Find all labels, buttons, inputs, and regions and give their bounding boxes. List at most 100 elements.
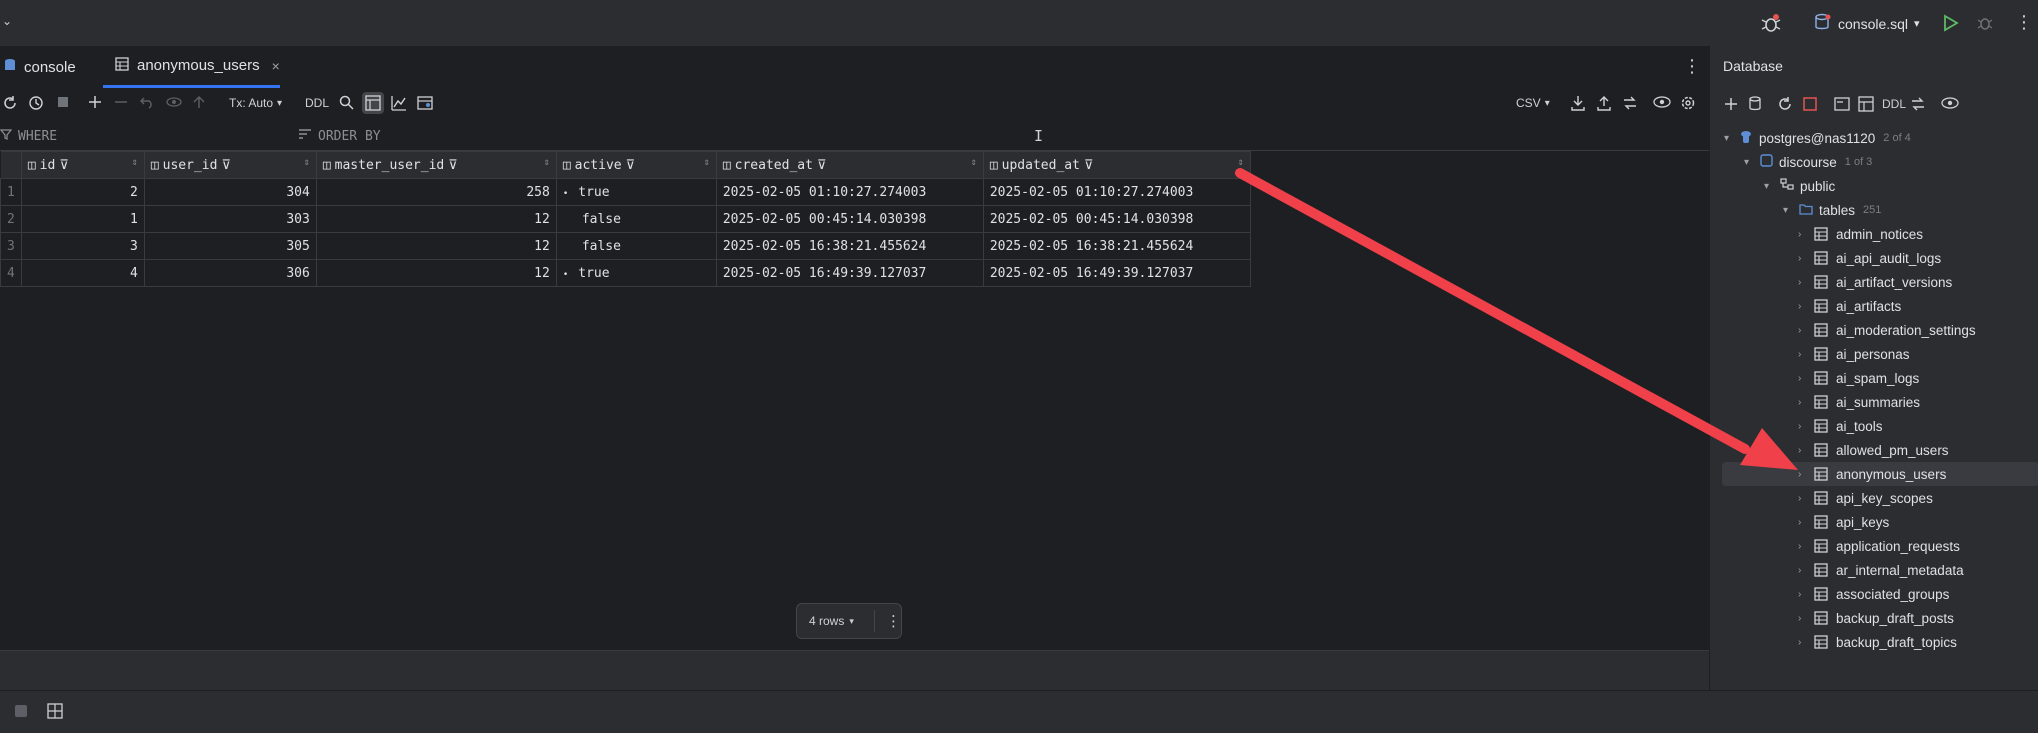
stop-icon[interactable] xyxy=(14,704,28,723)
row-count-selector[interactable]: 4 rows ▾ xyxy=(797,614,874,628)
record-view-icon[interactable] xyxy=(417,95,433,111)
view-icon[interactable] xyxy=(1941,96,1959,115)
chevron-right-icon[interactable]: › xyxy=(1798,469,1814,480)
cell-master-user-id[interactable]: 12 xyxy=(315,232,557,260)
tree-connection[interactable]: ▾ postgres@nas1120 2 of 4 xyxy=(1724,126,1911,150)
more-vertical-icon[interactable]: ⋮ xyxy=(886,612,901,630)
cell-user-id[interactable]: 306 xyxy=(143,259,317,287)
cell-master-user-id[interactable]: 12 xyxy=(315,259,557,287)
tree-table-item[interactable]: › ar_internal_metadata xyxy=(1798,558,1964,582)
tree-table-item[interactable]: › ai_moderation_settings xyxy=(1798,318,1976,342)
table-view-icon[interactable] xyxy=(362,92,384,114)
tree-table-item[interactable]: › allowed_pm_users xyxy=(1798,438,1949,462)
chevron-down-icon[interactable]: ⌄ xyxy=(2,14,12,28)
chevron-right-icon[interactable]: › xyxy=(1798,565,1814,576)
tree-table-item[interactable]: › ai_tools xyxy=(1798,414,1883,438)
refresh-icon[interactable] xyxy=(2,95,18,111)
bug-icon[interactable] xyxy=(1760,12,1782,39)
cell-active[interactable]: • true xyxy=(555,259,717,287)
filter-icon[interactable]: ⊽ xyxy=(221,158,231,173)
chevron-down-icon[interactable]: ▾ xyxy=(1764,181,1780,192)
filter-icon[interactable]: ⊽ xyxy=(626,158,636,173)
column-header-master-user-id[interactable]: ◫ master_user_id ⊽ ⇕ xyxy=(315,151,557,179)
cell-master-user-id[interactable]: 12 xyxy=(315,205,557,233)
filter-icon[interactable]: ⊽ xyxy=(448,158,458,173)
export-format-selector[interactable]: CSV ▾ xyxy=(1516,96,1550,110)
cell-user-id[interactable]: 304 xyxy=(143,178,317,206)
chevron-right-icon[interactable]: › xyxy=(1798,445,1814,456)
tree-table-item[interactable]: › anonymous_users xyxy=(1722,462,2038,486)
sort-icon[interactable]: ⇕ xyxy=(304,157,310,168)
tree-database[interactable]: ▾ discourse 1 of 3 xyxy=(1744,150,1872,174)
sort-icon[interactable]: ⇕ xyxy=(132,157,138,168)
compare-icon[interactable] xyxy=(1622,95,1638,111)
tree-tables-folder[interactable]: ▾ tables 251 xyxy=(1783,198,1881,222)
cell-user-id[interactable]: 303 xyxy=(143,205,317,233)
sort-icon[interactable]: ⇕ xyxy=(704,157,710,168)
run-icon[interactable] xyxy=(1943,14,1959,37)
sort-icon[interactable]: ⇕ xyxy=(544,157,550,168)
column-header-active[interactable]: ◫ active ⊽ ⇕ xyxy=(555,151,717,179)
cell-updated-at[interactable]: 2025-02-05 16:38:21.455624 xyxy=(982,232,1251,260)
chevron-right-icon[interactable]: › xyxy=(1798,325,1814,336)
filter-icon[interactable]: ⊽ xyxy=(817,158,827,173)
tree-table-item[interactable]: › ai_artifacts xyxy=(1798,294,1901,318)
sort-icon[interactable]: ⇕ xyxy=(1238,157,1244,168)
table-row[interactable]: 1 2 304 258 • true 2025-02-05 01:10:27.27… xyxy=(0,178,1251,206)
cell-id[interactable]: 2 xyxy=(20,178,145,206)
tree-table-item[interactable]: › admin_notices xyxy=(1798,222,1923,246)
chevron-right-icon[interactable]: › xyxy=(1798,613,1814,624)
view-icon[interactable] xyxy=(1653,95,1671,109)
ddl-button[interactable]: DDL xyxy=(1882,97,1906,111)
cell-id[interactable]: 3 xyxy=(20,232,145,260)
chevron-down-icon[interactable]: ▾ xyxy=(1724,133,1740,144)
order-by-filter[interactable]: ORDER BY xyxy=(298,128,381,144)
cell-created-at[interactable]: 2025-02-05 01:10:27.274003 xyxy=(715,178,984,206)
tree-table-item[interactable]: › backup_draft_topics xyxy=(1798,630,1957,654)
filter-icon[interactable]: ⊽ xyxy=(59,158,69,173)
stop-icon[interactable] xyxy=(56,95,70,109)
tree-table-item[interactable]: › api_key_scopes xyxy=(1798,486,1933,510)
tree-table-item[interactable]: › ai_artifact_versions xyxy=(1798,270,1952,294)
chevron-right-icon[interactable]: › xyxy=(1798,421,1814,432)
column-header-created-at[interactable]: ◫ created_at ⊽ ⇕ xyxy=(715,151,984,179)
chevron-down-icon[interactable]: ▾ xyxy=(1744,157,1760,168)
tree-schema[interactable]: ▾ public xyxy=(1764,174,1835,198)
cell-master-user-id[interactable]: 258 xyxy=(315,178,557,206)
cell-active[interactable]: false xyxy=(555,205,717,233)
cell-updated-at[interactable]: 2025-02-05 16:49:39.127037 xyxy=(982,259,1251,287)
chevron-right-icon[interactable]: › xyxy=(1798,493,1814,504)
submit-icon[interactable] xyxy=(192,95,206,109)
where-filter[interactable]: WHERE xyxy=(0,128,57,144)
chevron-right-icon[interactable]: › xyxy=(1798,277,1814,288)
tree-table-item[interactable]: › application_requests xyxy=(1798,534,1960,558)
delete-row-icon[interactable] xyxy=(114,95,128,109)
column-header-id[interactable]: ◫ id ⊽ ⇕ xyxy=(20,151,145,179)
chevron-right-icon[interactable]: › xyxy=(1798,517,1814,528)
table-row[interactable]: 3 3 305 12 false 2025-02-05 16:38:21.455… xyxy=(0,232,1251,260)
chevron-right-icon[interactable]: › xyxy=(1798,349,1814,360)
more-vertical-icon[interactable]: ⋮ xyxy=(2015,12,2033,33)
chevron-right-icon[interactable]: › xyxy=(1798,637,1814,648)
cell-updated-at[interactable]: 2025-02-05 00:45:14.030398 xyxy=(982,205,1251,233)
cell-created-at[interactable]: 2025-02-05 16:49:39.127037 xyxy=(715,259,984,287)
jump-to-source-icon[interactable] xyxy=(1910,96,1926,117)
cell-created-at[interactable]: 2025-02-05 16:38:21.455624 xyxy=(715,232,984,260)
sort-icon[interactable]: ⇕ xyxy=(971,157,977,168)
console-icon[interactable] xyxy=(1834,96,1850,117)
add-icon[interactable] xyxy=(1723,96,1739,117)
tree-table-item[interactable]: › backup_draft_posts xyxy=(1798,606,1954,630)
chevron-right-icon[interactable]: › xyxy=(1798,589,1814,600)
run-config-selector[interactable]: console.sql ▾ xyxy=(1814,13,1920,34)
filter-icon[interactable]: ⊽ xyxy=(1084,158,1094,173)
tree-table-item[interactable]: › associated_groups xyxy=(1798,582,1949,606)
cell-created-at[interactable]: 2025-02-05 00:45:14.030398 xyxy=(715,205,984,233)
tree-table-item[interactable]: › ai_api_audit_logs xyxy=(1798,246,1941,270)
close-icon[interactable]: × xyxy=(272,58,280,74)
tree-table-item[interactable]: › ai_summaries xyxy=(1798,390,1920,414)
settings-icon[interactable] xyxy=(1680,95,1696,111)
revert-icon[interactable] xyxy=(140,95,154,109)
table-row[interactable]: 2 1 303 12 false 2025-02-05 00:45:14.030… xyxy=(0,205,1251,233)
search-icon[interactable] xyxy=(339,95,354,110)
upload-icon[interactable] xyxy=(1596,95,1612,111)
